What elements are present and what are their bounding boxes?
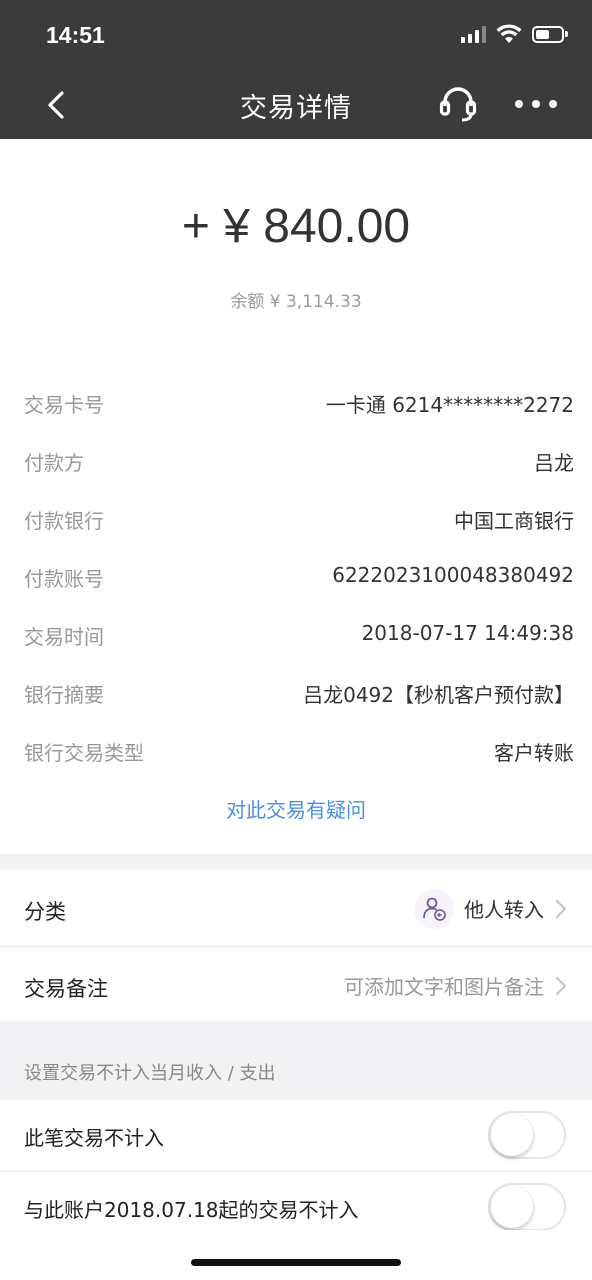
detail-row-type: 银行交易类型 客户转账 — [24, 737, 574, 767]
detail-label: 付款账号 — [24, 567, 104, 591]
detail-label: 付款方 — [24, 451, 84, 475]
toggle-label: 与此账户2018.07.18起的交易不计入 — [24, 1198, 359, 1222]
account-balance: 余额 ¥ 3,114.33 — [230, 292, 362, 312]
category-label: 分类 — [24, 900, 66, 924]
detail-label: 付款银行 — [24, 509, 104, 533]
exclude-section-title: 设置交易不计入当月收入 / 支出 — [24, 1063, 276, 1084]
more-horizontal-icon[interactable] — [514, 98, 558, 110]
toggle-knob — [491, 1186, 533, 1228]
battery-icon — [532, 25, 568, 43]
toggle-label: 此笔交易不计入 — [24, 1126, 164, 1150]
detail-row-payer-account: 付款账号 6222023100048380492 — [24, 563, 574, 593]
exclude-this-toggle[interactable] — [488, 1111, 566, 1159]
headset-icon[interactable] — [438, 84, 478, 124]
chevron-right-icon — [555, 976, 567, 995]
detail-row-time: 交易时间 2018-07-17 14:49:38 — [24, 621, 574, 651]
detail-value: 吕龙 — [534, 451, 574, 475]
detail-value: 一卡通 6214********2272 — [325, 393, 574, 417]
toggle-knob — [491, 1114, 533, 1156]
section-divider — [0, 854, 592, 870]
exclude-account-toggle[interactable] — [488, 1183, 566, 1230]
battery-level — [536, 29, 550, 39]
cellular-signal-icon — [461, 25, 486, 43]
status-icons — [461, 24, 568, 44]
transaction-summary: + ¥ 840.00 余额 ¥ 3,114.33 交易卡号 一卡通 6214**… — [0, 139, 592, 854]
category-row[interactable]: 分类 他人转入 — [0, 870, 592, 947]
status-time: 14:51 — [46, 22, 105, 48]
toggle-row-exclude-this: 此笔交易不计入 — [0, 1100, 592, 1172]
note-placeholder: 可添加文字和图片备注 — [344, 975, 544, 999]
status-bar: 14:51 — [0, 0, 592, 70]
detail-value: 2018-07-17 14:49:38 — [361, 621, 574, 645]
note-row[interactable]: 交易备注 可添加文字和图片备注 — [0, 947, 592, 1021]
note-label: 交易备注 — [24, 977, 108, 1001]
category-value: 他人转入 — [464, 898, 544, 922]
nav-bar: 交易详情 — [0, 70, 592, 139]
bottom-safe-area — [0, 1230, 592, 1280]
detail-value: 中国工商银行 — [454, 509, 574, 533]
detail-label: 交易卡号 — [24, 393, 104, 417]
detail-value: 6222023100048380492 — [332, 563, 574, 587]
detail-value: 客户转账 — [494, 741, 574, 765]
detail-row-card: 交易卡号 一卡通 6214********2272 — [24, 389, 574, 419]
exclude-section-header: 设置交易不计入当月收入 / 支出 — [0, 1021, 592, 1100]
detail-row-payer: 付款方 吕龙 — [24, 447, 574, 477]
transaction-amount: + ¥ 840.00 — [181, 200, 411, 253]
chevron-right-icon — [555, 899, 567, 918]
detail-value: 吕龙0492【秒机客户预付款】 — [303, 683, 574, 707]
wifi-icon — [496, 24, 522, 43]
transaction-options: 分类 他人转入 交易备注 可添加文字和图片备注 — [0, 870, 592, 1021]
page-title: 交易详情 — [240, 93, 352, 124]
toggle-row-exclude-account: 与此账户2018.07.18起的交易不计入 — [0, 1172, 592, 1230]
dispute-link[interactable]: 对此交易有疑问 — [0, 794, 592, 823]
detail-row-summary: 银行摘要 吕龙0492【秒机客户预付款】 — [24, 679, 574, 709]
home-indicator[interactable] — [191, 1259, 401, 1266]
person-transfer-icon — [414, 888, 454, 929]
detail-label: 银行交易类型 — [24, 741, 144, 765]
exclude-toggles: 此笔交易不计入 与此账户2018.07.18起的交易不计入 — [0, 1100, 592, 1230]
detail-label: 银行摘要 — [24, 683, 104, 707]
detail-label: 交易时间 — [24, 625, 104, 649]
detail-row-payer-bank: 付款银行 中国工商银行 — [24, 505, 574, 535]
